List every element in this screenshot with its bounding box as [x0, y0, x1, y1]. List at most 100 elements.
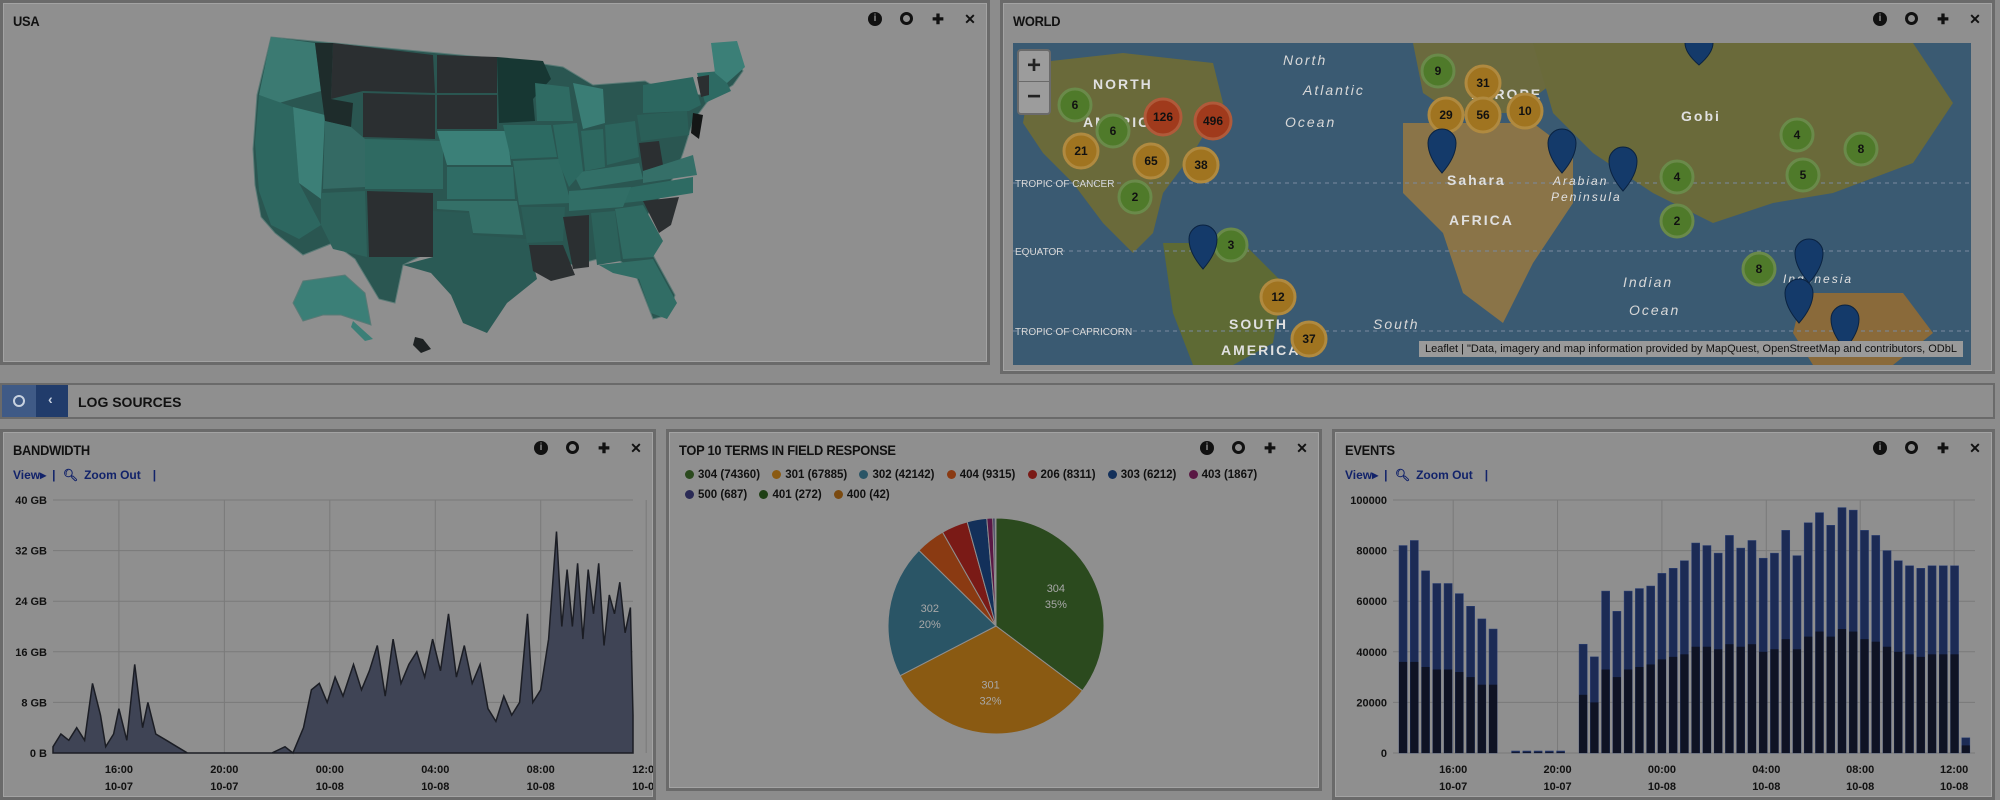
map-cluster[interactable]: 4 [1779, 117, 1815, 153]
state-arizona[interactable] [321, 191, 367, 257]
map-marker-icon[interactable] [1608, 146, 1638, 192]
map-cluster[interactable]: 496 [1193, 101, 1233, 141]
event-bar-lower [1747, 644, 1757, 753]
info-icon[interactable]: i [1200, 441, 1214, 455]
state-wyoming[interactable] [363, 93, 435, 139]
legend-item[interactable]: 206 (8311) [1027, 465, 1096, 485]
map-cluster[interactable]: 4 [1659, 159, 1695, 195]
move-icon[interactable]: ✚ [1263, 441, 1277, 455]
info-icon[interactable]: i [1873, 12, 1887, 26]
x-tick-label: 16:00 [1439, 764, 1467, 776]
map-cluster[interactable]: 8 [1843, 131, 1879, 167]
svg-text:6: 6 [1072, 98, 1079, 112]
map-cluster[interactable]: 3 [1213, 227, 1249, 263]
legend-item[interactable]: 301 (67885) [772, 465, 847, 485]
x-tick-date: 10-07 [210, 781, 238, 793]
map-cluster[interactable]: 6 [1057, 87, 1093, 123]
state-florida[interactable] [599, 259, 677, 319]
state-new-york[interactable] [643, 77, 701, 113]
state-alaska[interactable] [292, 274, 372, 326]
close-icon[interactable]: ✕ [1295, 441, 1309, 455]
map-cluster[interactable]: 31 [1464, 64, 1502, 102]
zoom-in-button[interactable]: + [1019, 51, 1049, 82]
legend-item[interactable]: 302 (42142) [859, 465, 935, 485]
world-map[interactable]: North Atlantic Ocean NORTH AMERICA EUROP… [1013, 43, 1971, 365]
zoom-out-button[interactable]: − [1019, 82, 1049, 112]
gear-icon[interactable] [1232, 441, 1245, 454]
svg-text:4: 4 [1674, 170, 1681, 184]
close-icon[interactable]: ✕ [629, 441, 643, 455]
x-tick-date: 10-08 [1846, 781, 1874, 793]
move-icon[interactable]: ✚ [1936, 441, 1950, 455]
legend-item[interactable]: 404 (9315) [946, 465, 1015, 485]
legend-swatch [1188, 470, 1198, 479]
map-label: AMERICA [1221, 342, 1300, 358]
legend-item[interactable]: 304 (74360) [685, 465, 760, 485]
event-bar-lower [1556, 752, 1565, 753]
move-icon[interactable]: ✚ [597, 441, 611, 455]
info-icon[interactable]: i [534, 441, 548, 455]
gear-icon[interactable] [566, 441, 579, 454]
map-cluster[interactable]: 65 [1132, 142, 1170, 180]
map-cluster[interactable]: 6 [1095, 113, 1131, 149]
map-label: South [1373, 316, 1420, 332]
y-tick-label: 100000 [1350, 495, 1387, 507]
map-cluster[interactable]: 37 [1290, 320, 1328, 358]
gear-icon[interactable] [1905, 441, 1918, 454]
state-colorado[interactable] [365, 139, 443, 189]
collapse-button[interactable]: ‹ [36, 385, 68, 417]
gear-icon[interactable] [1905, 12, 1918, 25]
map-cluster[interactable]: 38 [1182, 146, 1220, 184]
map-label: Ocean [1285, 114, 1336, 130]
map-cluster[interactable]: 5 [1785, 157, 1821, 193]
map-cluster[interactable]: 2 [1117, 179, 1153, 215]
map-cluster[interactable]: 8 [1741, 251, 1777, 287]
map-cluster[interactable]: 9 [1420, 53, 1456, 89]
map-cluster[interactable]: 2 [1659, 203, 1695, 239]
state-iowa[interactable] [503, 125, 557, 159]
legend-item[interactable]: 303 (6212) [1107, 465, 1176, 485]
svg-text:21: 21 [1074, 144, 1088, 158]
events-panel: EVENTS i ✚ ✕ View▸ | 🔍︎ Zoom Out | 0 20000 40… [1332, 429, 1995, 800]
zoom-out-link[interactable]: 🔍︎ Zoom Out [63, 468, 147, 482]
event-bar-lower [1399, 661, 1408, 753]
state-arkansas[interactable] [521, 207, 565, 243]
close-icon[interactable]: ✕ [1968, 441, 1982, 455]
event-bar-lower [1579, 694, 1588, 753]
view-menu[interactable]: View▸ [13, 468, 46, 482]
event-bar-lower [1826, 636, 1835, 753]
zoom-out-link[interactable]: 🔍︎ Zoom Out [1395, 468, 1479, 482]
world-panel-title: WORLD [1013, 13, 1061, 29]
view-menu[interactable]: View▸ [1345, 468, 1378, 482]
state-kansas[interactable] [447, 167, 515, 199]
map-cluster[interactable]: 12 [1259, 278, 1297, 316]
map-cluster[interactable]: 29 [1427, 96, 1465, 134]
terms-pie-chart: 304 35% 301 32% 302 20% [887, 517, 1105, 735]
map-cluster[interactable]: 126 [1143, 97, 1183, 137]
state-indiana[interactable] [581, 129, 605, 171]
event-bar-lower [1601, 669, 1610, 753]
x-tick-label: 00:00 [1648, 764, 1676, 776]
map-cluster[interactable]: 21 [1062, 132, 1100, 170]
map-cluster[interactable]: 56 [1464, 96, 1502, 134]
close-icon[interactable]: ✕ [1968, 12, 1982, 26]
info-icon[interactable]: i [1873, 441, 1887, 455]
state-north-dakota[interactable] [437, 55, 497, 93]
map-label: SOUTH [1229, 316, 1288, 332]
state-new-jersey[interactable] [691, 113, 703, 139]
legend-item[interactable]: 403 (1867) [1188, 465, 1257, 485]
state-hawaii[interactable] [413, 337, 431, 353]
legend-swatch [859, 470, 869, 479]
event-bar-lower [1534, 752, 1543, 753]
x-tick-date: 10-08 [1752, 781, 1780, 793]
state-south-dakota[interactable] [437, 95, 497, 129]
state-vermont[interactable] [697, 75, 709, 97]
state-wisconsin[interactable] [535, 83, 573, 121]
state-nebraska[interactable] [437, 131, 511, 165]
move-icon[interactable]: ✚ [1936, 12, 1950, 26]
state-new-mexico[interactable] [367, 191, 433, 257]
legend-swatch [833, 490, 843, 499]
y-tick-label: 80000 [1356, 546, 1387, 558]
settings-button[interactable] [2, 385, 36, 417]
map-cluster[interactable]: 10 [1506, 92, 1544, 130]
